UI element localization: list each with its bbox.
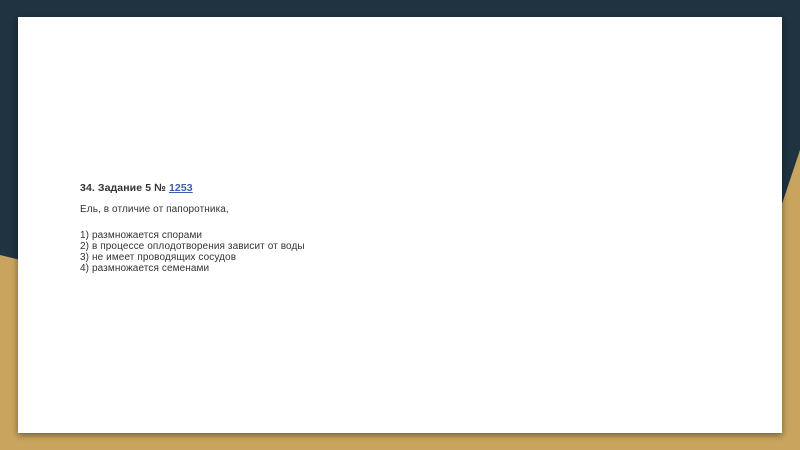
slide-stage: 34. Задание 5 № 1253 Ель, в отличие от п… <box>0 0 800 450</box>
answer-option: 2) в процессе оплодотворения зависит от … <box>80 241 305 252</box>
answer-option: 3) не имеет проводящих сосудов <box>80 252 237 263</box>
answer-option: 1) размножается спорами <box>80 230 203 241</box>
slide-card: 34. Задание 5 № 1253 Ель, в отличие от п… <box>18 17 782 433</box>
answer-options: 1) размножается спорами 2) в процессе оп… <box>80 230 720 274</box>
task-number-link[interactable]: 1253 <box>169 182 193 194</box>
task-title-prefix: 34. Задание 5 № <box>80 182 169 194</box>
task-content: 34. Задание 5 № 1253 Ель, в отличие от п… <box>80 181 720 274</box>
answer-option: 4) размножается семенами <box>80 263 210 274</box>
task-question: Ель, в отличие от папоротника, <box>80 204 229 215</box>
task-title: 34. Задание 5 № 1253 <box>80 181 720 195</box>
